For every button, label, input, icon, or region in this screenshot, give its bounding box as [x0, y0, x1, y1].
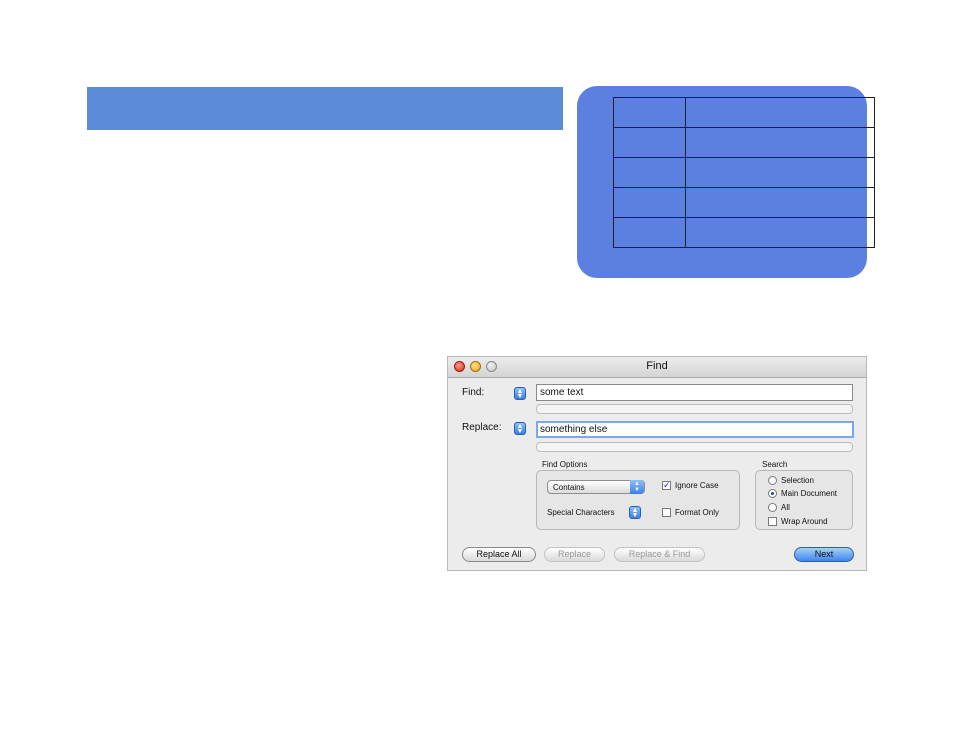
special-characters-label: Special Characters	[547, 508, 615, 517]
replace-input[interactable]: something else	[536, 421, 854, 438]
search-group: Selection Main Document All Wrap Around	[755, 470, 853, 530]
window-title: Find	[646, 360, 668, 372]
wrap-around-label: Wrap Around	[781, 517, 828, 526]
replace-all-button[interactable]: Replace All	[462, 547, 536, 562]
replace-label: Replace:	[462, 422, 502, 433]
find-history-stepper[interactable]: ▲ ▼	[514, 387, 526, 400]
match-mode-popup[interactable]: Contains ▲ ▼	[547, 480, 645, 494]
find-label: Find:	[462, 387, 485, 398]
find-history-bar	[536, 404, 853, 414]
radio-all-label: All	[781, 503, 790, 512]
window-titlebar[interactable]: Find	[448, 357, 866, 378]
radio-selection-label: Selection	[781, 476, 814, 485]
special-characters-button[interactable]: ▲ ▼	[629, 506, 641, 519]
slide-title-bar	[87, 87, 563, 130]
ignore-case-checkbox[interactable]: ✓	[662, 481, 671, 490]
find-window: Find Find: ▲ ▼ some text Replace: ▲ ▼ some…	[447, 356, 867, 571]
radio-main-document-label: Main Document	[781, 489, 838, 498]
next-button[interactable]: Next	[794, 547, 854, 562]
radio-all[interactable]	[768, 503, 777, 512]
replace-history-bar	[536, 442, 853, 452]
ignore-case-label: Ignore Case	[675, 481, 719, 490]
match-mode-value: Contains	[553, 483, 585, 492]
format-only-checkbox[interactable]	[662, 508, 671, 517]
find-options-label: Find Options	[542, 460, 588, 469]
replace-button[interactable]: Replace	[544, 547, 605, 562]
format-only-label: Format Only	[675, 508, 720, 517]
search-label: Search	[762, 460, 788, 469]
radio-main-document[interactable]	[768, 489, 777, 498]
replace-and-find-button[interactable]: Replace & Find	[614, 547, 705, 562]
replace-history-stepper[interactable]: ▲ ▼	[514, 422, 526, 435]
wrap-around-checkbox[interactable]	[768, 517, 777, 526]
find-options-group: Contains ▲ ▼ Special Characters ▲ ▼ ✓ Igno…	[536, 470, 740, 530]
popup-arrows-icon: ▲ ▼	[630, 480, 644, 494]
empty-table-grid	[613, 97, 875, 248]
radio-selection[interactable]	[768, 476, 777, 485]
find-input[interactable]: some text	[536, 384, 853, 401]
